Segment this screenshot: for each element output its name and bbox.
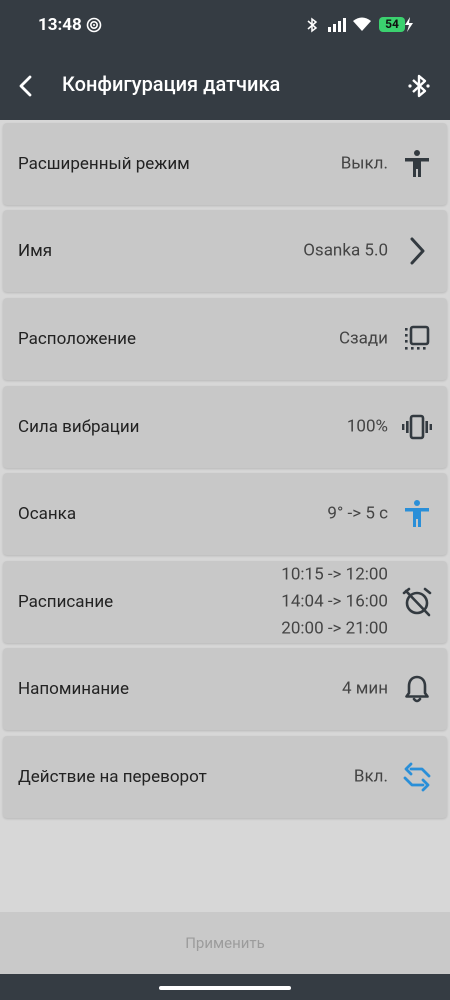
row-vibration-strength[interactable]: Сила вибрации 100% [3,386,447,468]
row-label: Расписание [18,592,114,612]
row-value: 4 мин [342,678,388,699]
navigation-bar [0,974,450,1000]
row-value: Сзади [338,328,388,349]
charging-icon [405,17,413,32]
page-title: Конфигурация датчика [62,72,281,96]
back-arrow-icon[interactable] [14,74,38,98]
row-posture[interactable]: Осанка 9° -> 5 с [3,473,447,555]
status-bar: 13:48 54 [0,0,450,52]
row-reminder[interactable]: Напоминание 4 мин [3,648,447,730]
bluetooth-status-icon [307,17,318,33]
schedule-values: 10:15 -> 12:00 14:04 -> 16:00 20:00 -> 2… [281,562,388,643]
row-value: Вкл. [353,766,388,787]
row-label: Сила вибрации [18,417,140,437]
wifi-icon [353,17,371,31]
row-label: Имя [18,241,53,261]
app-bar: Конфигурация датчика [0,52,450,120]
signal-icon [328,18,346,32]
schedule-entry: 10:15 -> 12:00 [281,564,388,585]
row-value: 9° -> 5 с [327,503,388,524]
row-value: Выкл. [340,153,388,174]
flip-icon [403,762,431,792]
alarm-off-icon [402,587,432,617]
row-value: 100% [346,416,388,437]
sync-icon [86,17,102,33]
row-value: Osanka 5.0 [303,240,388,261]
posture-icon [405,500,429,527]
row-name[interactable]: Имя Osanka 5.0 [3,210,447,292]
row-label: Расположение [18,329,137,349]
row-label: Напоминание [18,679,129,699]
row-label: Расширенный режим [18,154,190,174]
schedule-entry: 14:04 -> 16:00 [281,591,388,612]
battery-indicator: 54 [379,17,405,32]
person-icon [405,150,429,177]
row-schedule[interactable]: Расписание 10:15 -> 12:00 14:04 -> 16:00… [3,561,447,643]
row-flip-action[interactable]: Действие на переворот Вкл. [3,736,447,818]
bluetooth-icon[interactable] [405,72,433,100]
apply-button[interactable]: Применить [0,912,450,974]
position-icon [405,325,430,350]
bell-icon [405,675,429,703]
vibration-icon [402,414,432,440]
chevron-right-icon [410,237,425,265]
row-label: Действие на переворот [18,767,207,787]
row-extended-mode[interactable]: Расширенный режим Выкл. [3,123,447,205]
row-label: Осанка [18,504,77,524]
schedule-entry: 20:00 -> 21:00 [281,618,388,639]
status-time: 13:48 [38,15,82,35]
home-handle[interactable] [159,986,291,990]
row-location[interactable]: Расположение Сзади [3,298,447,380]
